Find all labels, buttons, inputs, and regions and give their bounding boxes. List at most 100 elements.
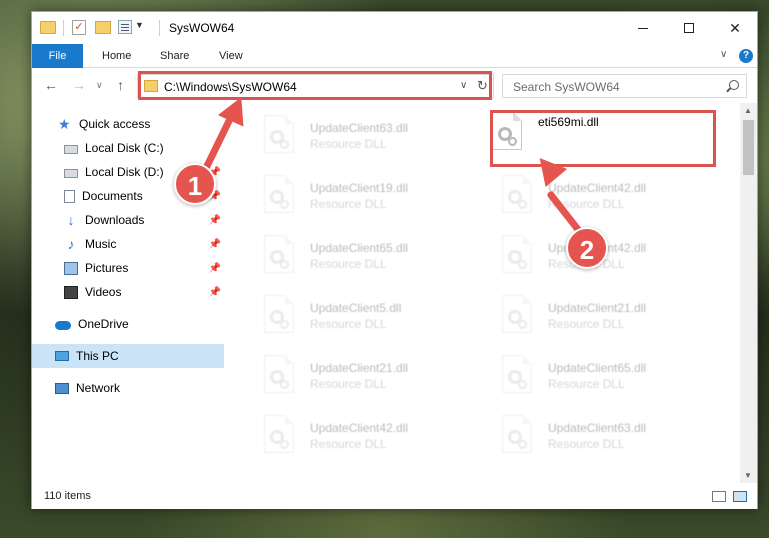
properties-check-icon[interactable]: ✓ [72, 20, 86, 35]
sidebar-item-quick-access[interactable]: ★ Quick access [32, 112, 224, 136]
gear-icon [518, 380, 527, 389]
gear-icon [280, 440, 289, 449]
sidebar-item-local-disk-c[interactable]: Local Disk (C:) [32, 136, 224, 160]
expand-ribbon-chevron-icon[interactable]: ∨ [720, 49, 727, 60]
sidebar-item-pictures[interactable]: Pictures 📌 [32, 256, 224, 280]
file-type: Resource DLL [310, 257, 387, 271]
tab-share[interactable]: Share [160, 44, 189, 68]
sidebar-item-label: Local Disk (D:) [85, 165, 164, 179]
title-bar: ✓ ▼ SysWOW64 ✕ [32, 12, 757, 44]
file-item[interactable]: UpdateClient19.dll Resource DLL [248, 163, 478, 217]
sidebar-item-this-pc[interactable]: This PC [32, 344, 224, 368]
sidebar-item-label: Music [85, 237, 117, 251]
window-title: SysWOW64 [169, 21, 235, 35]
maximize-button[interactable] [666, 12, 712, 44]
pin-icon[interactable]: 📌 [209, 215, 221, 226]
sidebar-item-label: This PC [76, 349, 119, 363]
status-bar: 110 items [32, 485, 757, 509]
dll-file-icon [502, 415, 532, 453]
sidebar-item-label: Quick access [79, 117, 151, 131]
up-arrow-icon[interactable]: ↑ [117, 77, 124, 93]
tab-home[interactable]: Home [102, 44, 131, 68]
gear-icon [518, 440, 527, 449]
file-type: Resource DLL [310, 137, 387, 151]
help-icon[interactable]: ? [739, 49, 753, 63]
file-name: UpdateClient19.dll [310, 181, 409, 195]
dll-file-icon [264, 295, 294, 333]
forward-arrow-icon[interactable]: → [72, 77, 86, 93]
toolbar-divider [159, 20, 160, 36]
file-item[interactable]: UpdateClient5.dll Resource DLL [248, 283, 478, 337]
properties-icon[interactable] [118, 20, 132, 34]
file-item[interactable]: UpdateClient42.dll Resource DLL [248, 403, 478, 457]
sidebar-item-downloads[interactable]: ↓ Downloads 📌 [32, 208, 224, 232]
gear-icon [518, 260, 527, 269]
recent-locations-chevron-icon[interactable]: ∨ [96, 80, 103, 91]
file-item[interactable]: UpdateClient65.dll Resource DLL [248, 223, 478, 277]
vertical-scrollbar[interactable]: ▲ ▼ [740, 103, 757, 483]
file-name: UpdateClient42.dll [310, 421, 409, 435]
ribbon-tabs: File Home Share View ∨ ? [32, 44, 757, 68]
file-item[interactable]: UpdateClient65.dll Resource DLL [486, 343, 716, 397]
scroll-down-icon[interactable]: ▼ [744, 471, 752, 480]
item-count: 110 items [44, 490, 91, 502]
sidebar-item-network[interactable]: Network [32, 376, 224, 400]
dll-file-icon [502, 355, 532, 393]
tab-file[interactable]: File [32, 44, 83, 68]
minimize-icon [638, 27, 648, 29]
search-placeholder: Search SysWOW64 [513, 80, 620, 94]
step-2-badge: 2 [566, 227, 608, 269]
new-folder-icon[interactable] [95, 21, 111, 34]
download-icon: ↓ [67, 211, 75, 228]
file-item[interactable]: UpdateClient63.dll Resource DLL [486, 403, 716, 457]
details-view-icon[interactable] [712, 491, 726, 502]
file-item[interactable]: UpdateClient63.dll Resource DLL [248, 103, 478, 157]
sidebar-item-label: Pictures [85, 261, 129, 275]
file-name: UpdateClient65.dll [310, 241, 409, 255]
customize-toolbar-chevron-icon[interactable]: ▼ [135, 20, 144, 30]
close-button[interactable]: ✕ [712, 12, 758, 44]
music-icon: ♪ [67, 235, 75, 252]
file-item[interactable]: UpdateClient42.dll Resource DLL [486, 163, 716, 217]
file-type: Resource DLL [310, 377, 387, 391]
dll-file-icon [264, 355, 294, 393]
pin-icon[interactable]: 📌 [209, 287, 221, 298]
folder-icon [40, 21, 56, 34]
file-item[interactable]: UpdateClient21.dll Resource DLL [248, 343, 478, 397]
search-input[interactable]: Search SysWOW64 [502, 74, 747, 98]
scrollbar-thumb[interactable] [743, 120, 754, 175]
scroll-up-icon[interactable]: ▲ [744, 106, 752, 115]
back-arrow-icon[interactable]: ← [44, 77, 58, 93]
sidebar-item-label: Videos [85, 285, 122, 299]
star-icon: ★ [58, 115, 71, 132]
large-icons-view-icon[interactable] [733, 491, 747, 502]
file-item[interactable]: UpdateClient21.dll Resource DLL [486, 283, 716, 337]
file-name: UpdateClient5.dll [310, 301, 402, 315]
file-type: Resource DLL [310, 437, 387, 451]
pin-icon[interactable]: 📌 [209, 263, 221, 274]
sidebar-item-onedrive[interactable]: OneDrive [32, 312, 224, 336]
step-1-badge: 1 [174, 163, 216, 205]
minimize-button[interactable] [620, 12, 666, 44]
tab-view[interactable]: View [219, 44, 243, 68]
dll-file-icon [264, 175, 294, 213]
file-type: Resource DLL [310, 197, 387, 211]
search-icon [729, 80, 739, 90]
file-type: Resource DLL [310, 317, 387, 331]
dll-file-icon [264, 415, 294, 453]
pin-icon[interactable]: 📌 [209, 239, 221, 250]
network-icon [55, 382, 69, 394]
sidebar-item-videos[interactable]: Videos 📌 [32, 280, 224, 304]
dll-file-icon [502, 235, 532, 273]
sidebar-item-music[interactable]: ♪ Music 📌 [32, 232, 224, 256]
gear-icon [280, 200, 289, 209]
file-name: UpdateClient21.dll [548, 301, 647, 315]
this-pc-icon [55, 351, 69, 361]
gear-icon [280, 260, 289, 269]
dll-file-icon [264, 235, 294, 273]
gear-icon [280, 140, 289, 149]
sidebar-item-label: Documents [82, 189, 143, 203]
sidebar-item-label: Network [76, 381, 121, 395]
dll-file-icon [502, 175, 532, 213]
navigation-pane: ★ Quick access Local Disk (C:) Local Dis… [32, 103, 228, 483]
